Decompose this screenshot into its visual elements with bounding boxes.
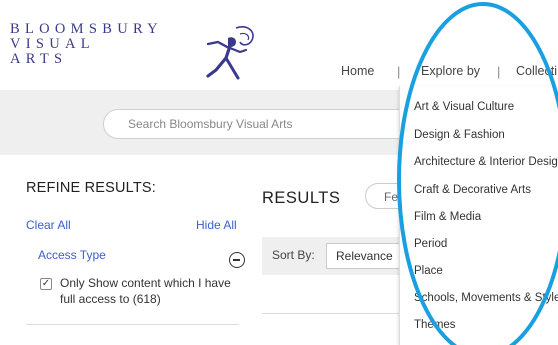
dropdown-item-art-visual-culture[interactable]: Art & Visual Culture [414, 101, 514, 113]
nav-divider: | [397, 64, 401, 79]
explore-by-dropdown: Art & Visual Culture Design & Fashion Ar… [399, 86, 558, 345]
dropdown-item-schools-movements-styles[interactable]: Schools, Movements & Styles [414, 292, 558, 304]
sort-by-label: Sort By: [272, 248, 315, 262]
sort-select[interactable]: Relevance [326, 243, 402, 269]
minus-circle-icon[interactable] [229, 252, 245, 268]
logo-line-2: VISUAL [10, 36, 95, 52]
logo-line-1: BLOOMSBURY [10, 21, 163, 37]
clear-all-link[interactable]: Clear All [26, 218, 71, 232]
access-checkbox-label[interactable]: Only Show content which I have full acce… [60, 275, 240, 307]
hide-all-link[interactable]: Hide All [196, 218, 237, 232]
brand-logo[interactable]: BLOOMSBURY VISUAL ARTS [10, 22, 163, 67]
dropdown-item-architecture-interior-design[interactable]: Architecture & Interior Desig [414, 156, 558, 168]
nav-collections[interactable]: Collecti [516, 64, 557, 78]
dropdown-item-film-media[interactable]: Film & Media [414, 211, 481, 223]
access-checkbox[interactable]: ✓ [40, 278, 52, 290]
top-nav: Home | Explore by | Collecti [0, 64, 558, 82]
checkmark-icon: ✓ [41, 278, 51, 289]
dropdown-item-place[interactable]: Place [414, 265, 443, 277]
dropdown-item-design-fashion[interactable]: Design & Fashion [414, 129, 505, 141]
nav-explore-by[interactable]: Explore by [421, 64, 480, 78]
results-heading: RESULTS [262, 189, 341, 207]
search-input[interactable]: Search Bloomsbury Visual Arts [103, 109, 423, 139]
nav-divider: | [497, 64, 501, 79]
dropdown-item-themes[interactable]: Themes [414, 319, 456, 331]
access-type-facet-title[interactable]: Access Type [38, 248, 106, 262]
results-divider [262, 313, 402, 314]
logo-wordmark: BLOOMSBURY VISUAL ARTS [10, 22, 163, 67]
sidebar-divider [26, 324, 239, 325]
dropdown-item-craft-decorative-arts[interactable]: Craft & Decorative Arts [414, 184, 531, 196]
refine-results-heading: REFINE RESULTS: [26, 180, 157, 196]
dropdown-item-period[interactable]: Period [414, 238, 447, 250]
nav-home[interactable]: Home [341, 64, 374, 78]
